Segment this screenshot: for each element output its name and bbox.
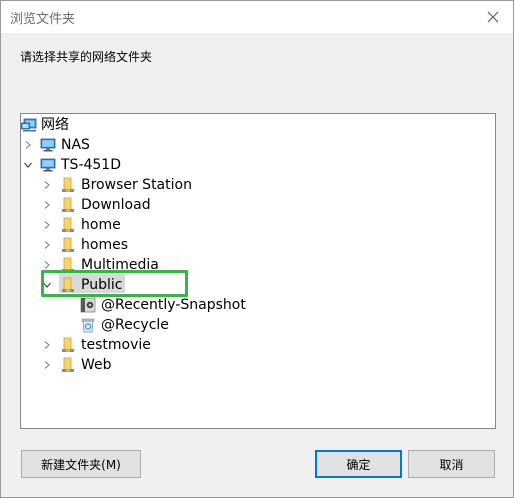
tree-item-testmovie[interactable]: testmovie: [21, 335, 495, 355]
chevron-right-icon[interactable]: [42, 220, 52, 230]
folder-tree[interactable]: 网络 NAS TS-451D Browser Station Download …: [20, 113, 496, 429]
chevron-right-icon[interactable]: [23, 140, 33, 150]
tree-item-browser-station[interactable]: Browser Station: [21, 175, 495, 195]
tree-item-recycle[interactable]: @Recycle: [21, 315, 495, 335]
computer-icon: [40, 138, 56, 152]
chevron-right-icon[interactable]: [42, 360, 52, 370]
chevron-right-icon[interactable]: [42, 240, 52, 250]
computer-icon: [40, 158, 56, 172]
tree-item-label: @Recently-Snapshot: [101, 297, 246, 313]
cancel-button[interactable]: 取消: [408, 450, 495, 478]
browse-folder-dialog: 浏览文件夹 请选择共享的网络文件夹 网络 NAS TS-451D Browser…: [0, 0, 514, 498]
dialog-description: 请选择共享的网络文件夹: [20, 50, 153, 64]
close-icon: [487, 11, 499, 23]
chevron-down-icon[interactable]: [23, 160, 33, 170]
shared-folder-icon: [62, 217, 74, 232]
shared-folder-icon: [62, 237, 74, 252]
tree-item-label: 网络: [41, 117, 69, 133]
chevron-right-icon[interactable]: [42, 180, 52, 190]
ok-button[interactable]: 确定: [315, 450, 402, 478]
tree-item-label: NAS: [61, 137, 90, 153]
shared-folder-icon: [62, 197, 74, 212]
tree-item-label: TS-451D: [61, 157, 121, 173]
snapshot-icon: [80, 297, 96, 313]
dialog-title: 浏览文件夹: [10, 12, 76, 27]
chevron-right-icon[interactable]: [42, 340, 52, 350]
tree-item-nas[interactable]: NAS: [21, 135, 495, 155]
tree-item-label: Download: [81, 197, 151, 213]
new-folder-button[interactable]: 新建文件夹(M): [21, 450, 141, 478]
chevron-right-icon[interactable]: [42, 260, 52, 270]
tree-item-label: home: [81, 217, 121, 233]
tree-item-label: homes: [81, 237, 128, 253]
tree-item-download[interactable]: Download: [21, 195, 495, 215]
chevron-right-icon[interactable]: [42, 200, 52, 210]
tree-item-label: @Recycle: [101, 317, 169, 333]
tree-item-recently-snapshot[interactable]: @Recently-Snapshot: [21, 295, 495, 315]
tree-item-network[interactable]: 网络: [21, 115, 495, 135]
title-bar: 浏览文件夹: [1, 1, 513, 33]
tree-item-home[interactable]: home: [21, 215, 495, 235]
tree-item-web[interactable]: Web: [21, 355, 495, 375]
tree-item-homes[interactable]: homes: [21, 235, 495, 255]
annotation-highlight-box: [41, 270, 188, 297]
tree-item-ts-451d[interactable]: TS-451D: [21, 155, 495, 175]
shared-folder-icon: [62, 357, 74, 372]
shared-folder-icon: [62, 337, 74, 352]
close-button[interactable]: [481, 5, 505, 29]
recycle-bin-icon: [81, 318, 95, 333]
tree-item-label: testmovie: [81, 337, 151, 353]
network-icon: [21, 118, 37, 132]
tree-item-label: Web: [81, 357, 112, 373]
shared-folder-icon: [62, 177, 74, 192]
tree-item-label: Browser Station: [81, 177, 192, 193]
